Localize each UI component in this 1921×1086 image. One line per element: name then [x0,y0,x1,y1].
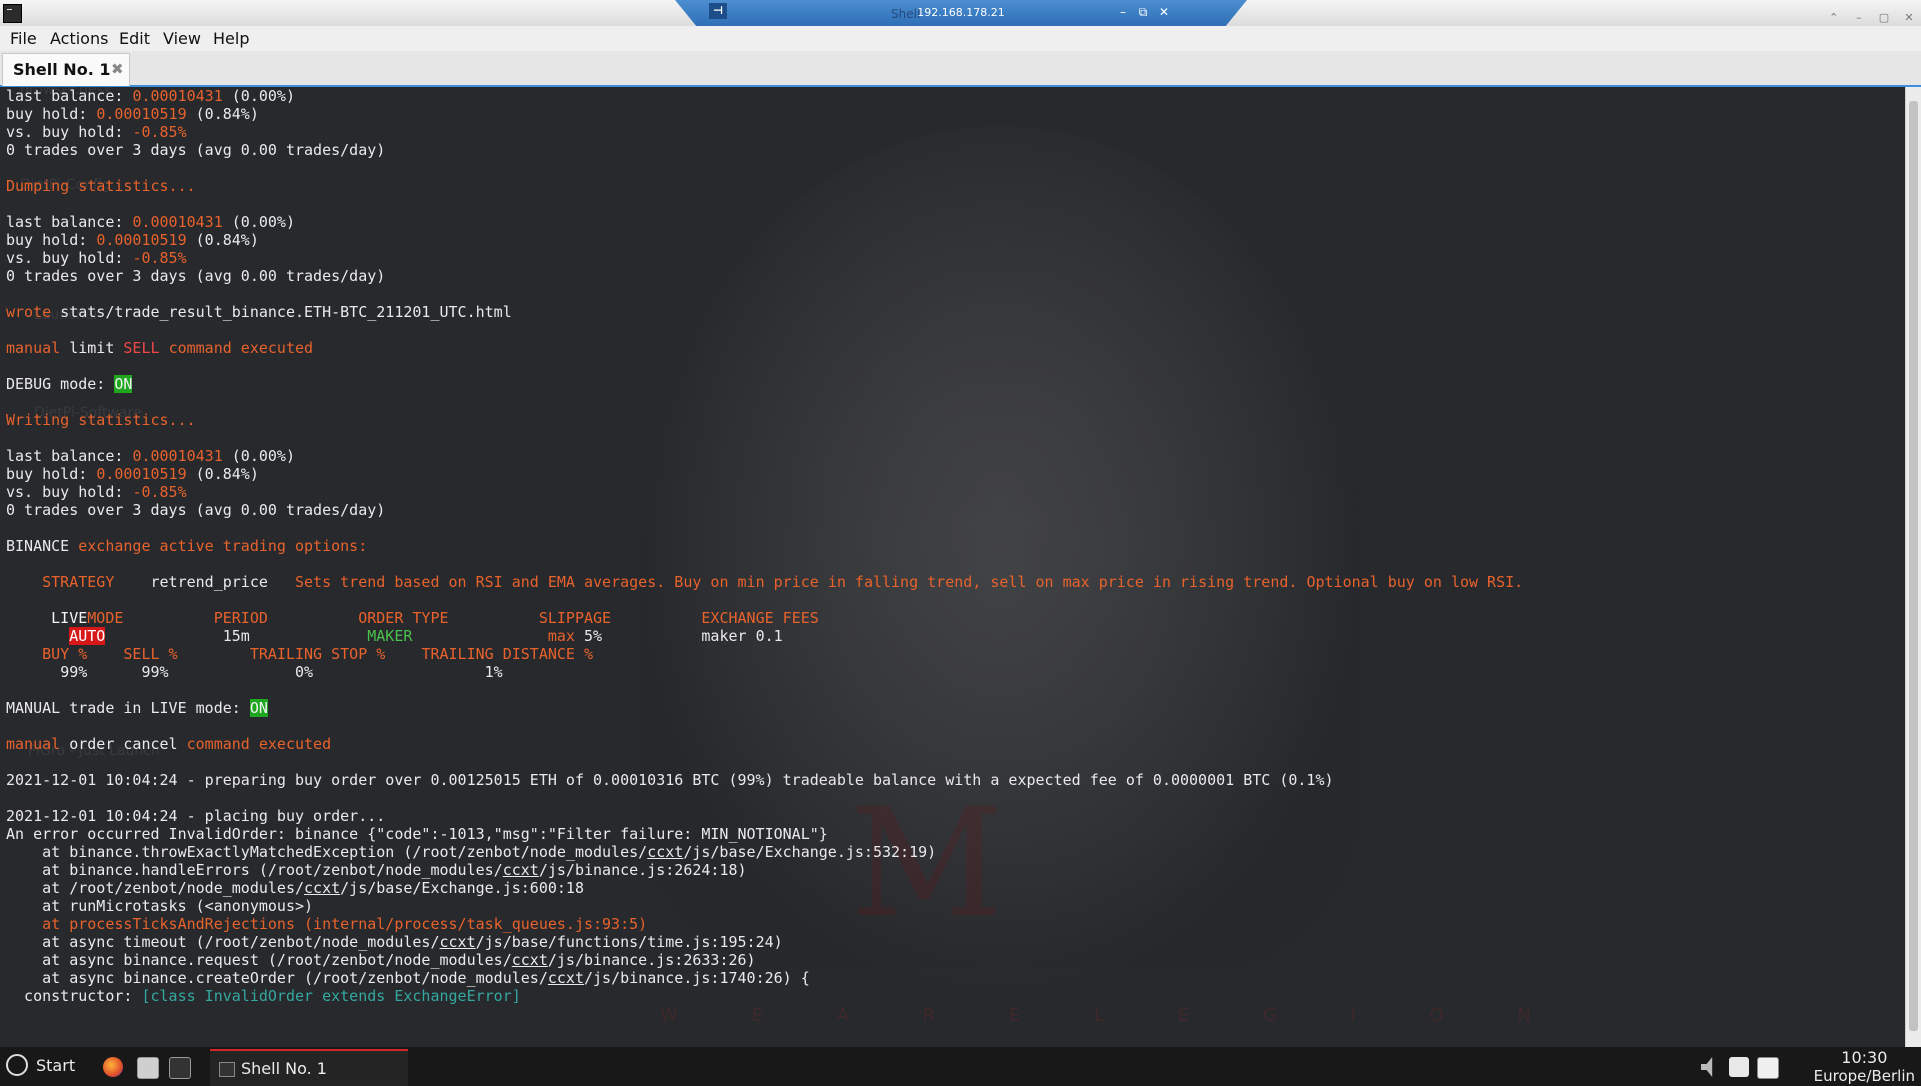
tab-close-icon[interactable]: ✖ [111,60,124,78]
remote-desktop-bar[interactable]: ⊣ Shell 192.168.178.21 – ⧉ ✕ [675,0,1247,28]
terminal-app-icon [3,4,22,23]
remote-restore-icon[interactable]: ⧉ [1135,4,1151,20]
clipboard-icon[interactable] [1729,1057,1749,1077]
clock-time: 10:30 [1841,1048,1888,1067]
taskbar-item-shell[interactable]: Shell No. 1 [210,1049,408,1086]
firefox-icon[interactable] [103,1057,123,1077]
menu-edit[interactable]: Edit [119,29,150,48]
window-controls: ⌃ – ▢ ✕ [1822,6,1917,25]
tab-label: Shell No. 1 [13,60,111,79]
maximize-icon[interactable]: ▢ [1876,11,1892,25]
volume-icon[interactable] [1701,1057,1713,1077]
tab-shell-no-1[interactable]: Shell No. 1 ✖ [2,53,130,86]
terminal-view[interactable]: M W E A R E L E G I O N browser.desk Die… [0,87,1905,1047]
keyboard-layout-icon[interactable] [1757,1057,1779,1079]
terminal-output: last balance: 0.00010431 (0.00%) buy hol… [6,87,1524,1005]
system-tray: 10:30 Europe/Berlin [1701,1047,1921,1086]
shell-task-icon [219,1062,235,1077]
terminal-scrollbar[interactable] [1905,87,1921,1047]
debug-on-badge: ON [114,375,133,393]
clock-timezone: Europe/Berlin [1813,1067,1915,1085]
minimize-icon[interactable]: – [1851,11,1867,25]
keep-above-icon[interactable]: ⌃ [1826,11,1842,25]
scrollbar-thumb[interactable] [1909,101,1918,1031]
manual-live-on-badge: ON [249,699,268,717]
remote-close-icon[interactable]: ✕ [1156,4,1172,20]
taskbar-item-label: Shell No. 1 [241,1059,327,1078]
close-icon[interactable]: ✕ [1901,11,1917,25]
menu-actions[interactable]: Actions [50,29,108,48]
taskbar: Start Shell No. 1 10:30 Europe/Berlin [0,1047,1921,1086]
start-button[interactable]: Start [6,1054,75,1078]
menu-bar: File Actions Edit View Help [0,26,1921,51]
file-manager-icon[interactable] [137,1057,159,1079]
background-watermark-text: W E A R E L E G I O N [660,1005,1565,1026]
menu-help[interactable]: Help [213,29,249,48]
remote-minimize-icon[interactable]: – [1115,4,1131,20]
start-label: Start [36,1055,76,1075]
mode-auto-badge: AUTO [69,627,106,645]
tab-bar: Shell No. 1 ✖ [0,51,1921,87]
menu-view[interactable]: View [163,29,201,48]
clock[interactable]: 10:30 Europe/Berlin [1813,1048,1915,1086]
menu-file[interactable]: File [10,29,37,48]
terminal-icon[interactable] [169,1057,191,1079]
start-logo-icon [6,1054,28,1076]
window-title-bar: ⊣ Shell 192.168.178.21 – ⧉ ✕ ⌃ – ▢ ✕ [0,0,1921,28]
